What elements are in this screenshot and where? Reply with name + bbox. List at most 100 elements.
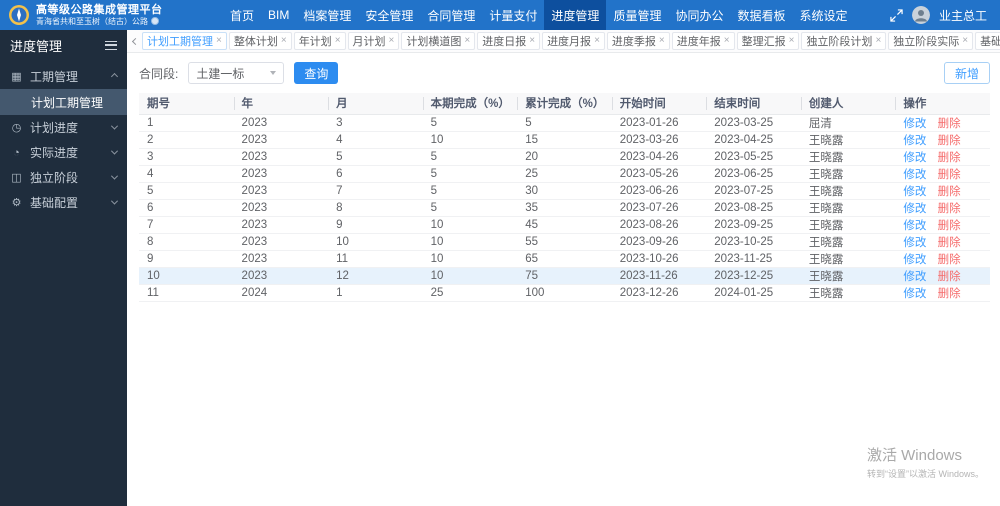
tab-close-icon[interactable]: × [389,36,395,46]
edit-link[interactable]: 修改 [903,237,926,249]
tab-close-icon[interactable]: × [789,36,795,46]
cell-actions: 修改 删除 [895,182,990,200]
edit-link[interactable]: 修改 [903,271,926,283]
cell-month: 12 [328,267,423,285]
col-header-year: 年 [233,93,329,115]
cell-creator: 王晓露 [800,267,896,285]
tab-close-icon[interactable]: × [659,36,665,46]
sidebar-item-duration-management[interactable]: ▦ 工期管理 [0,64,127,89]
top-nav-item-label: 合同管理 [427,8,476,23]
cell-start-date: 2023-06-26 [611,182,707,200]
tab-close-icon[interactable]: × [464,36,470,46]
add-button[interactable]: 新增 [943,62,990,84]
delete-link[interactable]: 删除 [938,271,961,283]
tab[interactable]: 进度月报 × [542,32,605,50]
edit-link[interactable]: 修改 [903,220,926,232]
sidebar-item-basic-config[interactable]: ⚙ 基础配置 [0,190,127,215]
edit-link[interactable]: 修改 [903,152,926,164]
edit-link[interactable]: 修改 [903,169,926,181]
stage-icon: ◫ [11,172,22,184]
top-nav-item[interactable]: 合同管理 [420,0,482,30]
tab[interactable]: 独立阶段计划 × [801,32,887,50]
cell-month: 6 [328,165,423,183]
fullscreen-icon[interactable] [890,8,903,22]
tab[interactable]: 独立阶段实际 × [888,32,974,50]
top-nav-item[interactable]: 档案管理 [296,0,358,30]
tab[interactable]: 整体计划 × [228,32,292,50]
sidebar-item-independent-stage[interactable]: ◫ 独立阶段 [0,165,127,190]
tab[interactable]: 进度季报 × [606,32,670,50]
contract-select[interactable]: 土建一标 [188,62,285,84]
tab-close-icon[interactable]: × [875,36,881,46]
plan-duration-table: 期号 年 月 本期完成（%） 累计完成（%） 开始时间 结束时间 创建人 操作 [139,93,990,302]
tab-close-icon[interactable]: × [335,36,341,46]
delete-link[interactable]: 删除 [938,169,961,181]
cell-total-pct: 55 [517,233,612,251]
delete-link[interactable]: 删除 [938,135,961,147]
table-row: 4 2023 6 5 25 2023-05-26 2023-06-25 王晓露 … [139,165,990,183]
edit-link[interactable]: 修改 [903,186,926,198]
top-nav-item[interactable]: 进度管理 [544,0,607,30]
sidebar-item-plan-progress[interactable]: ◷ 计划进度 [0,115,127,140]
top-nav-item[interactable]: BIM [261,0,296,30]
top-nav-item[interactable]: 安全管理 [358,0,420,30]
cell-month: 8 [328,199,423,217]
tab[interactable]: 计划工期管理 × [142,32,227,50]
edit-link[interactable]: 修改 [903,118,926,130]
sidebar-subitem-plan-duration[interactable]: 计划工期管理 [0,89,127,115]
cell-current-pct: 5 [422,148,518,166]
cell-start-date: 2023-07-26 [611,199,707,217]
top-nav-item[interactable]: 数据看板 [730,0,792,30]
edit-link[interactable]: 修改 [903,288,926,300]
cell-year: 2023 [233,216,329,234]
edit-link[interactable]: 修改 [903,135,926,147]
cell-current-pct: 5 [422,165,518,183]
delete-link[interactable]: 删除 [938,152,961,164]
edit-link[interactable]: 修改 [903,203,926,215]
tab-close-icon[interactable]: × [216,36,222,46]
cell-month: 5 [328,148,423,166]
tab[interactable]: 月计划 × [347,32,400,50]
top-nav-item[interactable]: 协同办公 [668,0,730,30]
delete-link[interactable]: 删除 [938,220,961,232]
tab-label: 基础项配置 [980,36,1000,48]
tab-scroll-left-icon[interactable] [131,37,140,45]
cell-creator: 王晓露 [800,284,896,302]
tab-label: 月计划 [352,36,386,48]
delete-link[interactable]: 删除 [938,254,961,266]
cell-month: 3 [328,114,423,132]
top-nav-item[interactable]: 计量支付 [482,0,544,30]
delete-link[interactable]: 删除 [938,203,961,215]
tab[interactable]: 进度日报 × [477,32,541,50]
tab[interactable]: 整理汇报 × [736,32,800,50]
table-row: 9 2023 11 10 65 2023-10-26 2023-11-25 王晓… [139,250,990,268]
user-avatar[interactable] [911,6,930,24]
tab[interactable]: 基础项配置 × [975,32,1000,50]
tab-close-icon[interactable]: × [529,36,535,46]
edit-link[interactable]: 修改 [903,254,926,266]
tab-close-icon[interactable]: × [962,36,968,46]
tab-close-icon[interactable]: × [281,36,287,46]
tab-close-icon[interactable]: × [724,36,730,46]
top-nav-item[interactable]: 首页 [223,0,261,30]
tab-label: 整理汇报 [741,36,786,48]
username[interactable]: 业主总工 [939,7,987,24]
query-button[interactable]: 查询 [294,62,339,84]
cell-year: 2023 [233,148,329,166]
delete-link[interactable]: 删除 [938,237,961,249]
delete-link[interactable]: 删除 [938,186,961,198]
tab[interactable]: 计划横道图 × [401,32,476,50]
tab-close-icon[interactable]: × [594,36,600,46]
tab[interactable]: 进度年报 × [671,32,735,50]
top-nav-item-label: 安全管理 [365,8,414,23]
tab[interactable]: 年计划 × [293,32,346,50]
sidebar-item-actual-progress[interactable]: ◔ 实际进度 [0,140,127,165]
delete-link[interactable]: 删除 [938,288,961,300]
delete-link[interactable]: 删除 [938,118,961,130]
collapse-menu-icon[interactable] [105,40,117,50]
sidebar-item-label: 工期管理 [30,70,79,84]
cell-current-pct: 10 [422,267,518,285]
cell-creator: 王晓露 [800,233,896,251]
top-nav-item[interactable]: 系统设定 [792,0,854,30]
top-nav-item[interactable]: 质量管理 [606,0,668,30]
